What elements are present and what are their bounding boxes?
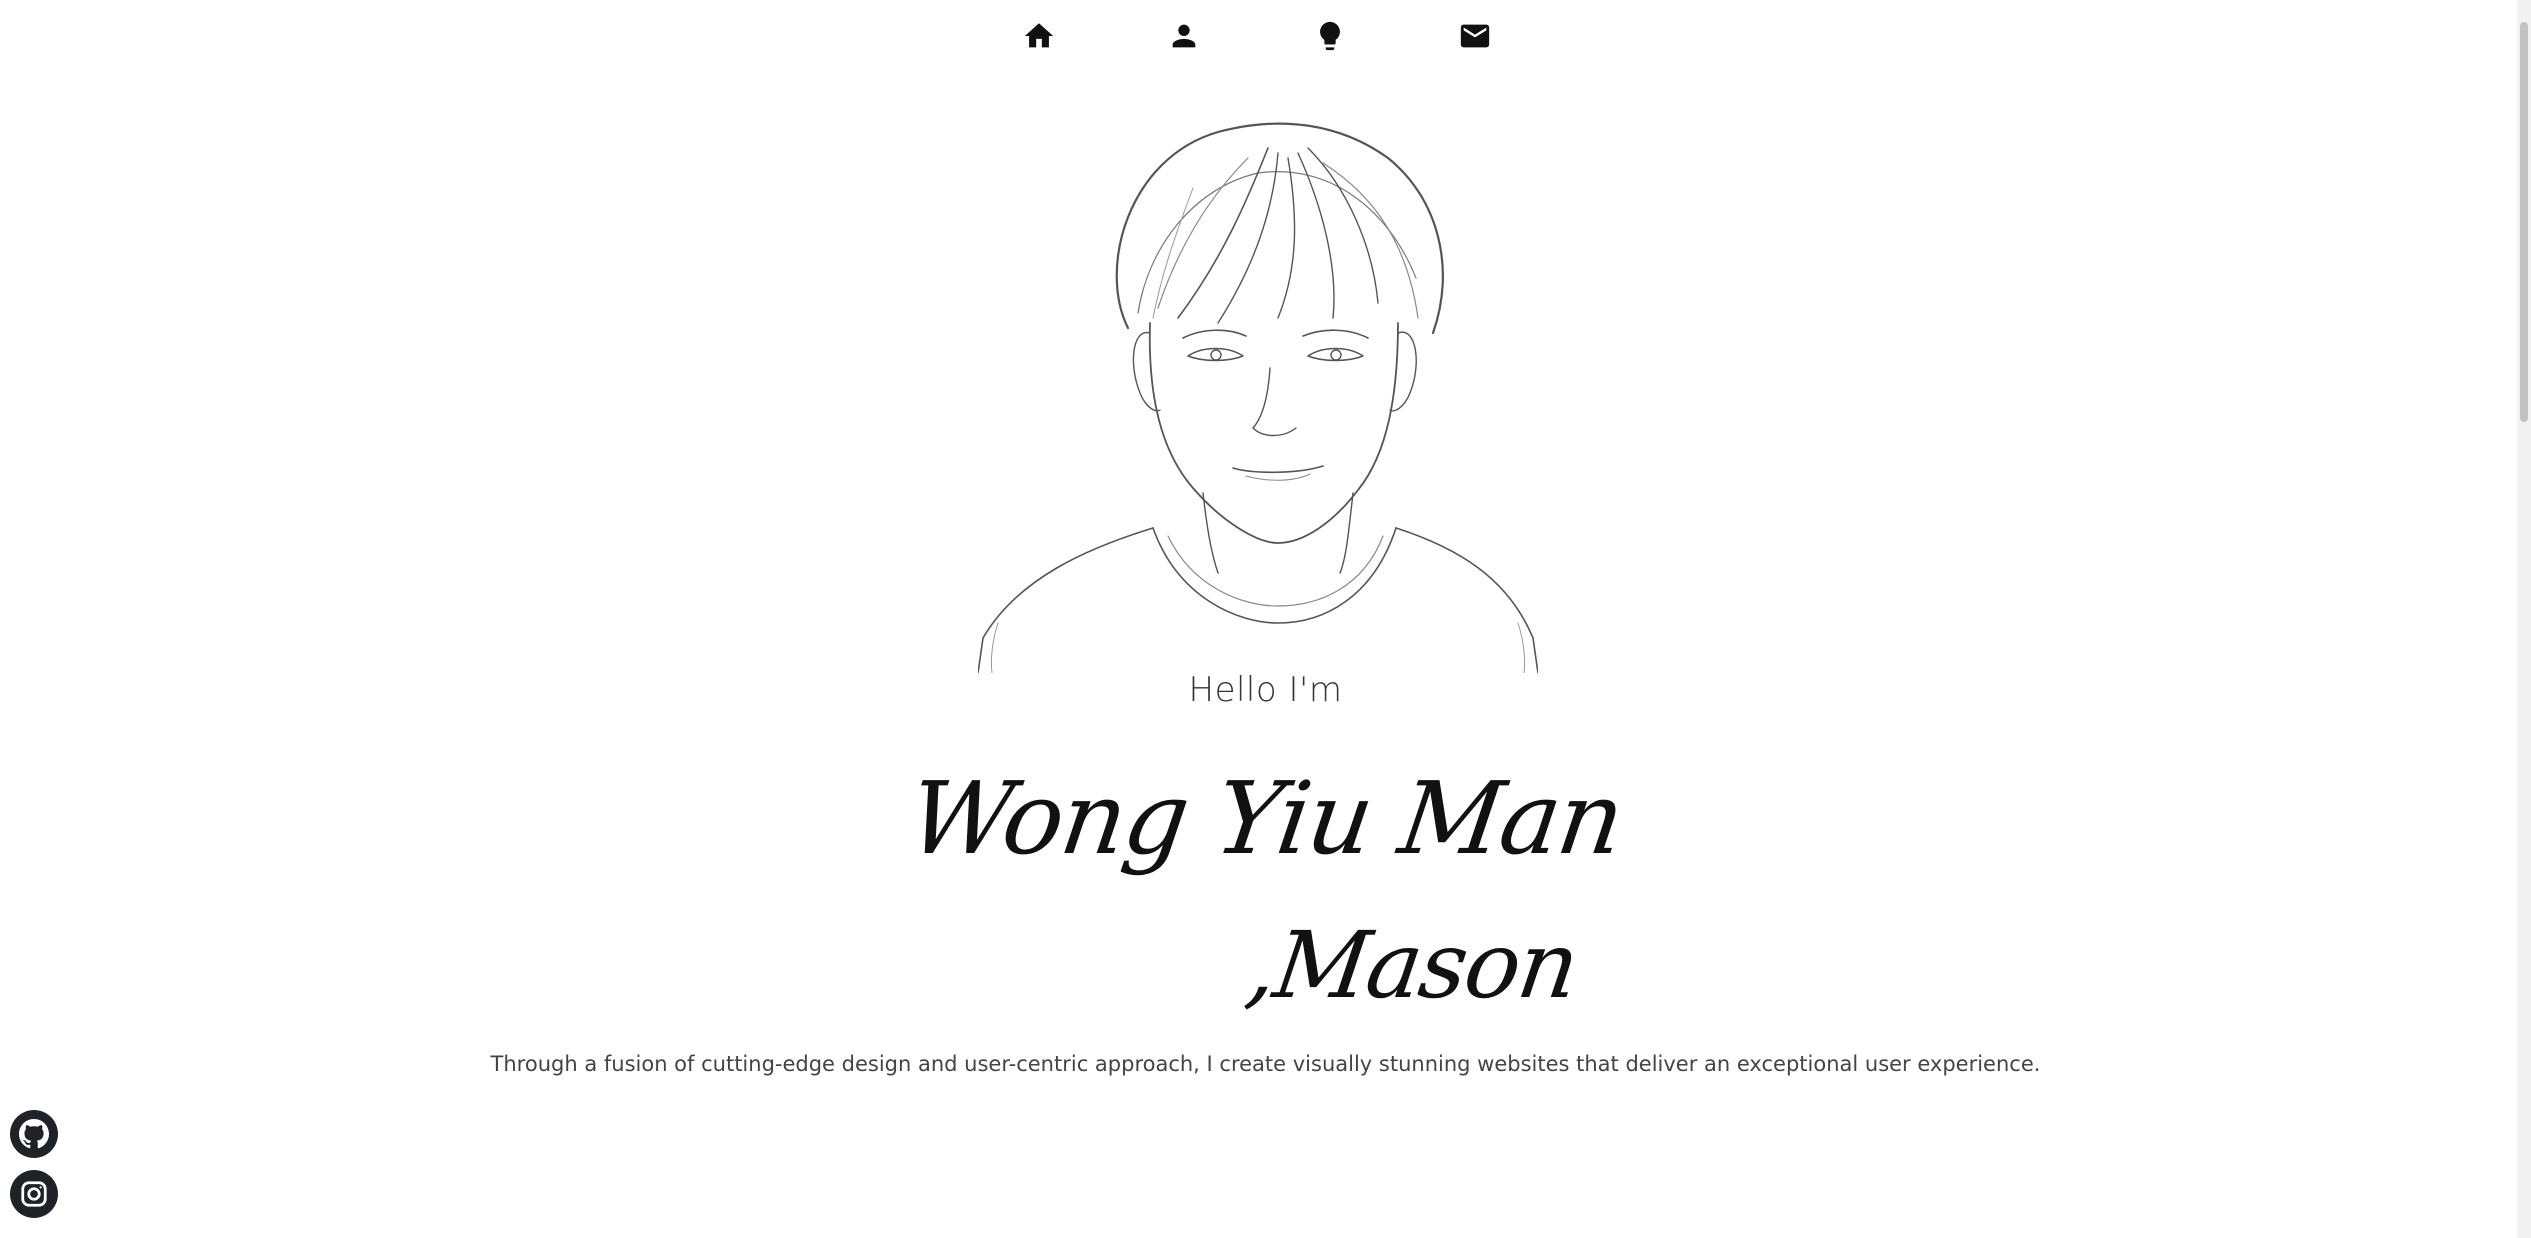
- person-icon: [1172, 24, 1196, 48]
- lightbulb-icon: [1319, 21, 1340, 51]
- tagline-text: Through a fusion of cutting-edge design …: [490, 1052, 2041, 1076]
- social-links: [10, 1110, 58, 1218]
- github-icon: [19, 1119, 49, 1149]
- greeting-text: Hello I'm: [1188, 670, 1343, 710]
- nav-projects-button[interactable]: [1308, 14, 1352, 58]
- page-scrollbar[interactable]: [2517, 0, 2531, 1238]
- portrait-sketch: [978, 122, 1538, 673]
- nav-contact-button[interactable]: [1453, 14, 1497, 58]
- mail-icon: [1460, 24, 1490, 48]
- top-nav: [1017, 14, 1497, 58]
- name-first-line: Wong Yiu Man: [901, 760, 1630, 877]
- nav-about-button[interactable]: [1162, 14, 1206, 58]
- instagram-link[interactable]: [10, 1170, 58, 1218]
- scrollbar-thumb[interactable]: [2520, 22, 2528, 422]
- github-link[interactable]: [10, 1110, 58, 1158]
- nav-home-button[interactable]: [1017, 14, 1061, 58]
- instagram-icon: [21, 1181, 47, 1207]
- page: Hello I'm Wong Yiu Man ,Mason Through a …: [0, 0, 2531, 1238]
- name-second-line: ,Mason: [1240, 912, 1584, 1019]
- home-icon: [1024, 23, 1054, 48]
